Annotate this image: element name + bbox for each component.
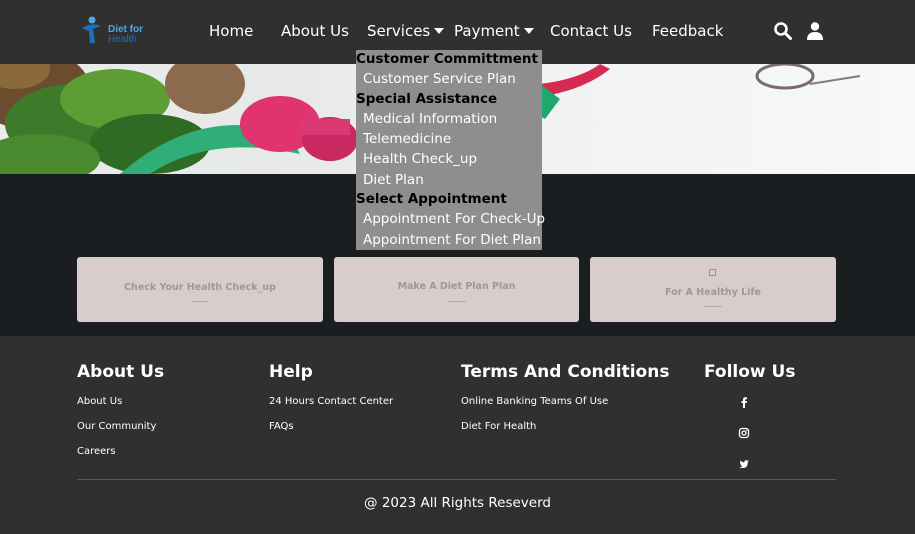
twitter-icon[interactable] [738,458,750,470]
footer-link-contact-center[interactable]: 24 Hours Contact Center [269,396,393,407]
site-footer: About Us About Us Our Community Careers … [0,336,915,534]
footer-link-banking-terms[interactable]: Online Banking Teams Of Use [461,396,608,407]
search-icon[interactable] [773,21,793,41]
nav-about-us[interactable]: About Us [281,22,349,40]
nav-feedback[interactable]: Feedback [652,22,723,40]
footer-link-diet-for-health[interactable]: Diet For Health [461,421,536,432]
instagram-icon[interactable] [738,427,750,439]
card-label: Make A Diet Plan Plan [397,281,516,292]
card-health-check-up[interactable]: Check Your Health Check_up [77,257,323,322]
card-divider [191,301,209,302]
nav-payment-label: Payment [454,22,520,40]
menu-heading-select-appointment: Select Appointment [356,191,507,207]
card-divider [704,306,722,307]
nav-services[interactable]: Services [367,22,445,40]
copyright-text: @ 2023 All Rights Reseverd [364,495,551,511]
menu-item-appointment-diet-plan[interactable]: Appointment For Diet Plan [363,232,541,248]
caret-down-icon [523,28,534,34]
menu-item-health-check-up[interactable]: Health Check_up [363,151,477,167]
footer-link-faqs[interactable]: FAQs [269,421,294,432]
card-diet-plan[interactable]: Make A Diet Plan Plan [334,257,579,322]
footer-link-about-us[interactable]: About Us [77,396,122,407]
logo-figure-icon [82,16,101,43]
footer-link-our-community[interactable]: Our Community [77,421,156,432]
card-divider [448,301,466,302]
nav-payment[interactable]: Payment [454,22,534,40]
menu-item-customer-service-plan[interactable]: Customer Service Plan [363,71,516,87]
user-icon[interactable] [805,21,825,41]
site-logo[interactable]: Diet for Health [78,14,146,48]
caret-down-icon [434,28,445,34]
facebook-icon[interactable] [738,396,750,408]
nav-services-label: Services [367,22,431,40]
card-healthy-life[interactable]: For A Healthy Life [590,257,836,322]
card-label: For A Healthy Life [664,287,762,298]
footer-heading-terms: Terms And Conditions [461,362,670,382]
menu-item-diet-plan[interactable]: Diet Plan [363,172,424,188]
menu-item-medical-information[interactable]: Medical Information [363,111,497,127]
menu-item-appointment-check-up[interactable]: Appointment For Check-Up [363,211,545,227]
footer-divider [77,479,836,480]
nav-contact-us[interactable]: Contact Us [550,22,632,40]
card-label: Check Your Health Check_up [124,282,276,293]
logo-text-bottom: Health [108,34,137,45]
footer-heading-help: Help [269,362,313,382]
menu-heading-customer-committment: Customer Committment [356,51,538,67]
footer-heading-follow: Follow Us [704,362,796,382]
menu-item-telemedicine[interactable]: Telemedicine [363,131,451,147]
services-dropdown-menu: Customer Committment Customer Service Pl… [356,50,545,250]
broken-image-icon [709,269,716,276]
footer-link-careers[interactable]: Careers [77,446,116,457]
nav-home[interactable]: Home [209,22,253,40]
menu-heading-special-assistance: Special Assistance [356,91,498,107]
footer-heading-about: About Us [77,362,165,382]
